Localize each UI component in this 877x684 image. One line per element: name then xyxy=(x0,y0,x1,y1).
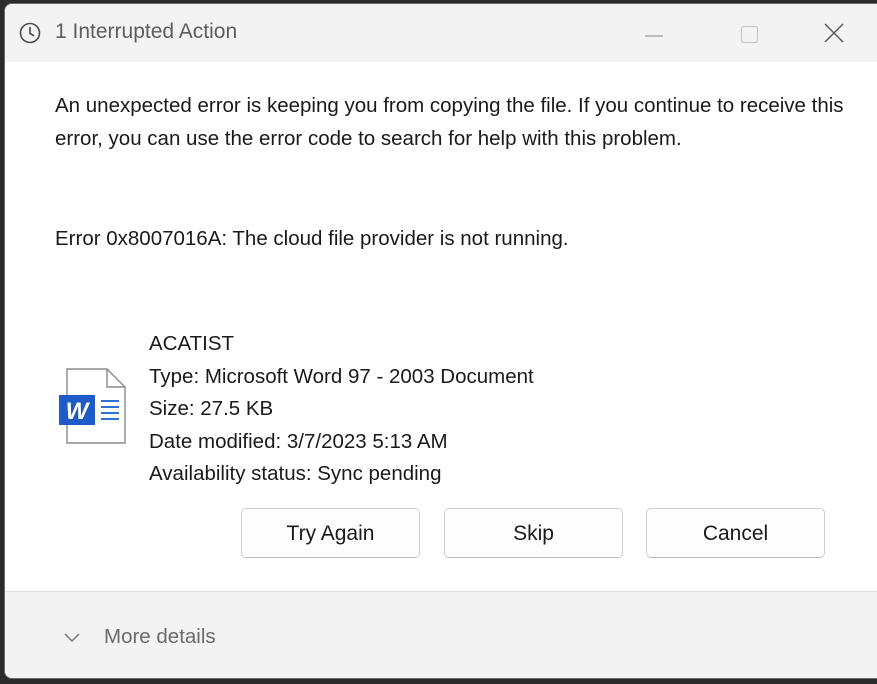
minimize-button[interactable] xyxy=(631,14,677,52)
minimize-icon xyxy=(645,35,663,37)
cancel-button[interactable]: Cancel xyxy=(646,508,825,558)
close-icon xyxy=(824,23,844,43)
more-details-toggle[interactable]: More details xyxy=(104,625,216,649)
file-name: ACATIST xyxy=(149,332,235,355)
interrupted-action-dialog: 1 Interrupted Action An unexpected error… xyxy=(4,3,877,679)
title-bar[interactable]: 1 Interrupted Action xyxy=(5,4,877,62)
file-size: Size: 27.5 KB xyxy=(149,397,274,420)
skip-button[interactable]: Skip xyxy=(444,508,623,558)
file-type: Type: Microsoft Word 97 - 2003 Document xyxy=(149,364,534,388)
chevron-down-icon[interactable] xyxy=(63,631,81,643)
window-title: 1 Interrupted Action xyxy=(55,20,238,43)
file-details: ACATIST Type: Microsoft Word 97 - 2003 D… xyxy=(149,328,534,491)
clock-icon xyxy=(19,22,41,44)
file-date-modified: Date modified: 3/7/2023 5:13 AM xyxy=(149,429,448,453)
close-button[interactable] xyxy=(811,14,857,52)
try-again-button[interactable]: Try Again xyxy=(241,508,420,558)
maximize-button[interactable] xyxy=(727,14,773,52)
svg-text:W: W xyxy=(66,398,91,425)
error-message: An unexpected error is keeping you from … xyxy=(55,94,844,150)
error-code-text: Error 0x8007016A: The cloud file provide… xyxy=(55,227,569,250)
word-document-icon: W xyxy=(57,367,129,445)
file-availability-status: Availability status: Sync pending xyxy=(149,462,442,485)
maximize-icon xyxy=(740,25,759,44)
dialog-footer: More details xyxy=(5,591,877,678)
